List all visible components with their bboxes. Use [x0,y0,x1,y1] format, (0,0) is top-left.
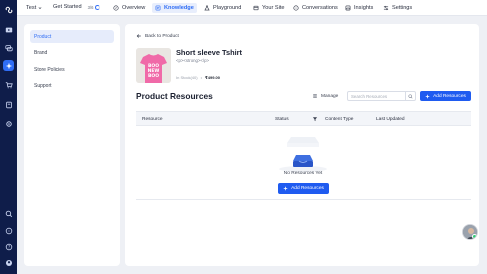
tab-conversations[interactable]: Conversations [290,3,341,13]
gear-icon[interactable] [3,118,14,129]
product-description: <p><strong></p> [176,58,209,63]
chevron-down-icon [38,7,42,9]
tab-label: Conversations [302,5,338,11]
manage-button[interactable]: Manage [312,93,338,99]
sliders-icon [383,5,389,11]
back-to-product-link[interactable]: Back to Product [136,33,179,39]
sidebar-item-store-policies[interactable]: Store Policies [30,63,114,76]
tab-your-site[interactable]: Your Site [250,3,288,13]
workspace-name: Test [26,5,37,11]
add-resources-button[interactable]: Add Resources [420,91,471,101]
manage-label: Manage [321,93,339,99]
book-icon [155,5,161,11]
user-avatar-icon[interactable] [3,257,14,268]
ai-sparkle-icon[interactable] [3,60,14,71]
list-icon [313,94,317,98]
progress-ring-icon [95,4,101,10]
plus-icon [283,186,288,191]
column-content-type: Content Type [325,117,354,122]
svg-text:?: ? [7,244,9,249]
sidebar-item-brand[interactable]: Brand [30,46,114,59]
resources-title: Product Resources [136,91,213,101]
get-started-label: Get Started [53,4,82,10]
empty-add-resources-button[interactable]: Add Resources [278,183,329,194]
meta-separator: • [200,75,202,80]
logo-icon[interactable] [3,4,14,15]
support-avatar[interactable] [462,224,478,240]
column-resource: Resource [142,117,163,122]
tab-settings[interactable]: Settings [380,3,415,13]
sidebar-item-label: Store Policies [34,66,65,73]
tab-overview[interactable]: Overview [110,3,148,13]
tab-label: Overview [122,5,146,11]
workspace-switcher[interactable]: Test [26,5,42,11]
cart-icon[interactable] [3,79,14,90]
site-icon [253,5,259,11]
sidebar-item-support[interactable]: Support [30,79,114,92]
main-panel: Back to Product BOO NEW BOO Short sleeve… [125,24,479,266]
get-started-button[interactable]: Get Started 3/6 [53,4,101,10]
message-icon[interactable] [3,225,14,236]
help-icon[interactable]: ? [3,241,14,252]
back-label: Back to Product [145,33,179,39]
progress-count: 3/6 [87,4,94,10]
progress-indicator: 3/6 [87,4,101,10]
tab-label: Insights [354,5,374,11]
knowledge-sidebar: Product Brand Store Policies Support [24,24,120,266]
app-rail: ? [0,0,17,274]
search-input[interactable] [348,92,404,100]
resource-search [347,91,416,101]
search-button[interactable] [405,92,415,100]
insights-icon [345,5,351,11]
product-price: ₹499.00 [204,75,221,80]
tab-knowledge[interactable]: Knowledge [152,3,197,13]
compass-icon [113,5,119,11]
product-title: Short sleeve Tshirt [176,48,242,57]
chat-icon [293,5,299,11]
sidebar-item-product[interactable]: Product [30,30,114,43]
chat-bubbles-icon[interactable] [3,42,14,53]
tab-label: Your Site [262,5,285,11]
book-icon[interactable] [3,99,14,110]
search-icon[interactable] [3,208,14,219]
filter-icon[interactable] [312,116,318,122]
search-icon [408,93,413,98]
empty-state-text: No Resources Yet [283,171,323,176]
tab-label: Settings [392,5,413,11]
product-thumbnail: BOO NEW BOO [136,48,171,83]
sidebar-item-label: Support [34,82,52,89]
plus-icon [425,94,430,98]
column-status: Status [275,117,289,122]
top-nav: Test Get Started 3/6 Overview Knowledge … [17,0,487,16]
stock-status: In Stock(40) [176,75,198,80]
sidebar-item-label: Brand [34,49,48,56]
tab-label: Playground [213,5,242,11]
tab-playground[interactable]: Playground [201,3,244,13]
table-header: Resource Status Content Type Last Update… [136,111,471,126]
add-resources-label: Add Resources [433,93,466,99]
svg-text:BOO: BOO [148,73,159,79]
table-divider [136,199,471,200]
sidebar-item-label: Product [34,33,52,40]
flask-icon [204,5,210,11]
arrow-left-icon [136,34,141,38]
tab-label: Knowledge [164,5,194,11]
tab-insights[interactable]: Insights [342,3,376,13]
empty-add-label: Add Resources [291,186,324,191]
column-last-updated: Last Updated [376,117,405,122]
product-meta: In Stock(40) • ₹499.00 [176,75,220,80]
video-icon[interactable] [3,24,14,35]
online-status-dot [472,234,477,239]
